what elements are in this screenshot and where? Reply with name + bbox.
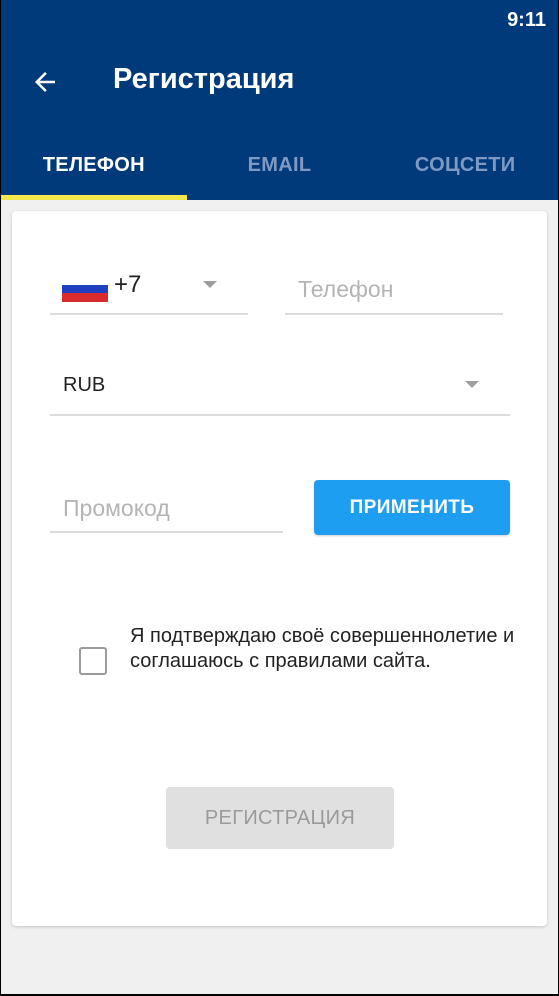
country-underline: [50, 313, 248, 315]
promo-underline: [50, 531, 283, 533]
currency-value: RUB: [63, 374, 106, 396]
status-time: 9:11: [507, 9, 546, 31]
page-title: Регистрация: [113, 63, 295, 95]
back-button[interactable]: [23, 60, 67, 104]
chevron-down-icon: [203, 281, 217, 288]
tab-indicator: [1, 195, 187, 200]
russia-flag-icon: [62, 276, 108, 303]
tab-bar: ТЕЛЕФОН EMAIL СОЦСЕТИ: [1, 130, 558, 200]
arrow-left-icon: [35, 72, 55, 92]
tab-email[interactable]: EMAIL: [187, 130, 373, 200]
phone-input[interactable]: [298, 271, 502, 307]
promo-code-input[interactable]: [63, 490, 281, 526]
country-code-select[interactable]: +7: [50, 261, 248, 311]
apply-promo-button[interactable]: ПРИМЕНИТЬ: [314, 480, 510, 535]
country-code: +7: [114, 271, 142, 298]
tab-phone[interactable]: ТЕЛЕФОН: [1, 130, 187, 200]
age-confirm-label: Я подтверждаю своё совершеннолетие и сог…: [130, 625, 515, 672]
age-confirm-checkbox[interactable]: [79, 647, 107, 675]
register-button[interactable]: РЕГИСТРАЦИЯ: [166, 787, 394, 849]
currency-select[interactable]: RUB: [50, 361, 510, 417]
phone-underline: [285, 313, 503, 315]
registration-card: +7 RUB ПРИМЕНИТЬ Я подтверждаю своё сове…: [12, 211, 547, 926]
tab-social[interactable]: СОЦСЕТИ: [372, 130, 558, 200]
screen: 9:11 Регистрация ТЕЛЕФОН EMAIL СОЦСЕТИ +…: [1, 0, 558, 994]
currency-underline: [50, 414, 510, 416]
app-bar: 9:11 Регистрация ТЕЛЕФОН EMAIL СОЦСЕТИ: [1, 0, 558, 200]
chevron-down-icon: [465, 381, 479, 388]
